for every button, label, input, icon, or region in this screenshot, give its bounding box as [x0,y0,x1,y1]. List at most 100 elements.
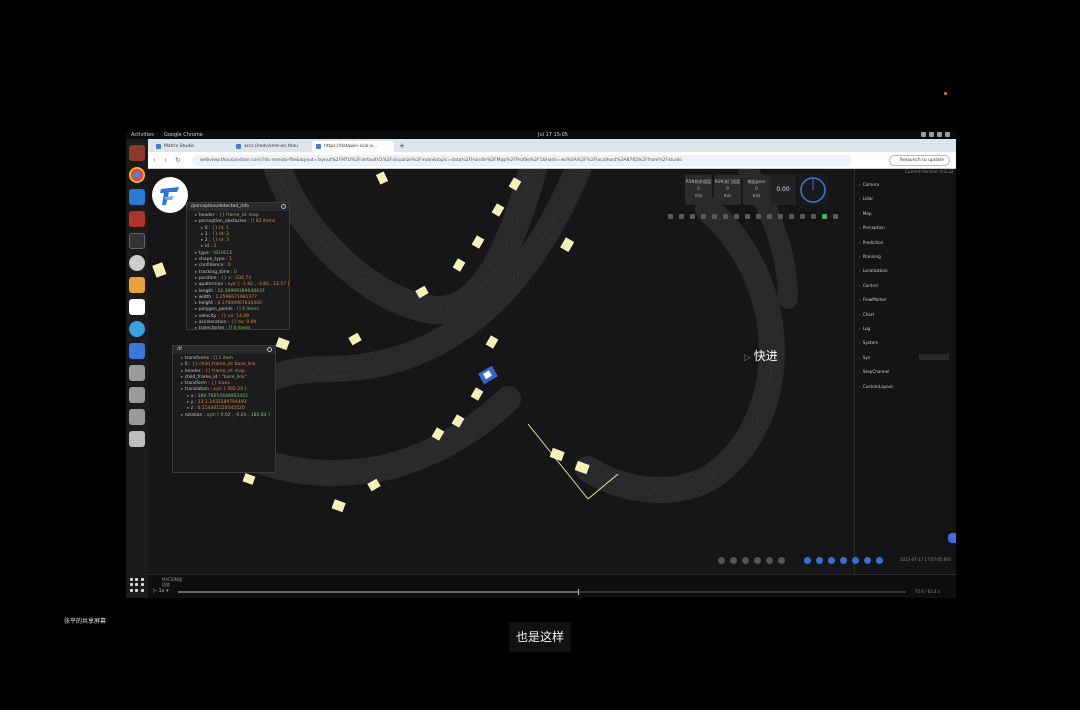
record-icon[interactable] [804,557,811,564]
tool-icon-5[interactable] [712,214,717,219]
perception-tree[interactable]: ▸ header : {} frame_id: map ▸ perception_… [187,211,289,329]
app-gray-icon-3[interactable] [129,409,145,425]
home-icon[interactable] [754,557,761,564]
tool-icon-14[interactable] [811,214,816,219]
app-red-icon[interactable] [129,211,145,227]
layer-item-planning[interactable]: › Planning [859,253,881,260]
swap-icon[interactable] [778,557,785,564]
tree-value: {} id: 2 [211,231,230,237]
layer-item-customlayout[interactable]: › CustomLayout [859,383,893,390]
vscode-icon[interactable] [129,189,145,205]
layer-item-label: StepChannel [862,369,890,375]
layer-item-perception[interactable]: › Perception [859,224,885,231]
camera-icon[interactable] [816,557,823,564]
app-gray-icon-2[interactable] [129,387,145,403]
add-icon[interactable] [730,557,737,564]
layer-item-localization[interactable]: › Localization [859,267,888,274]
tool-icon-6[interactable] [723,214,728,219]
system-clock[interactable]: Jul 17 15:05 [538,131,568,139]
close-panel-icon[interactable] [281,204,286,209]
tree-key: type [198,250,209,256]
network-icon[interactable] [921,132,926,137]
side-toggle-button[interactable] [948,533,956,543]
timeline-handle[interactable] [578,589,580,595]
studio-3d-viewport[interactable]: /perception/detected_info ▸ header : {} … [148,169,956,598]
layers-icon[interactable] [852,557,859,564]
tool-icon-9[interactable] [756,214,761,219]
layer-item-lidar[interactable]: › Lidar [859,195,873,202]
trash-icon[interactable] [129,431,145,447]
nav-buttons[interactable]: ‹ › ↻ [153,156,184,164]
tf-tree[interactable]: ▸ transforms : [] 1 item ▸ 0 : {} child_f… [173,354,275,421]
tool-icon-2[interactable] [679,214,684,219]
perception-info-panel[interactable]: /perception/detected_info ▸ header : {} … [186,202,290,330]
app-gray-icon-1[interactable] [129,365,145,381]
power-icon[interactable] [945,132,950,137]
layer-item-map[interactable]: › Map [859,210,872,217]
tree-value: xyz: [ 392.23 ] [213,387,247,393]
skip-forward-icon[interactable] [876,557,883,564]
app-menu[interactable]: Google Chrome [164,131,203,139]
chrome-icon[interactable] [129,167,145,183]
layer-item-control[interactable]: › Control [859,282,878,289]
skip-back-icon[interactable] [864,557,871,564]
tool-icon-1[interactable] [668,214,673,219]
layer-item-sys[interactable]: › Sys [859,354,870,361]
tool-icon-15[interactable] [833,214,838,219]
layer-item-flowmarker[interactable]: › FlowMarker [859,296,887,303]
settings-icon[interactable] [129,255,145,271]
sublime-icon[interactable] [129,277,145,293]
tool-icon-11[interactable] [778,214,783,219]
tree-key: height [198,301,214,307]
layer-item-system[interactable]: › System [859,339,878,346]
tf-info-panel[interactable]: /tf ▸ transforms : [] 1 item ▸ 0 : {} chi… [172,345,276,473]
layer-item-label: CustomLayout [862,383,893,389]
play-speed-control[interactable]: ▷ 1x ▾ [153,588,169,594]
system-tray[interactable] [921,132,950,137]
tool-icon-13[interactable] [800,214,805,219]
tool-icon-8[interactable] [745,214,750,219]
volume-icon[interactable] [929,132,934,137]
relaunch-button[interactable]: Relaunch to update [889,155,950,166]
tab-label: Matrix Studio [164,144,194,149]
close-panel-icon[interactable] [267,347,272,352]
layer-item-log[interactable]: › Log [859,325,870,332]
layer-item-chart[interactable]: › Chart [859,311,874,318]
chevron-right-icon: › [859,311,861,317]
tab-ws[interactable]: arcs://redvisme-ws.thou [232,141,310,152]
show-apps-grid-icon[interactable] [130,578,144,592]
telegram-icon[interactable] [129,321,145,337]
tool-icon-3[interactable] [690,214,695,219]
edit-icon[interactable] [766,557,773,564]
activities-button[interactable]: Activities [131,131,154,139]
url-field[interactable]: webview.thousandsim.com/?ds-remote-file&… [192,155,852,166]
tree-row[interactable]: ▸ rotation : xyz: [ 0.02 , -0.01 , 180.8… [177,413,271,419]
studio-app-icon[interactable] [129,299,145,315]
files-app-icon[interactable] [129,145,145,161]
layer-item-label: FlowMarker [862,297,887,303]
layer-item-stepchannel[interactable]: › StepChannel [859,368,889,375]
play-icon[interactable] [718,557,725,564]
tool-icon-12[interactable] [789,214,794,219]
layout-icon[interactable] [742,557,749,564]
tree-value: 0 [227,263,231,269]
sys-select-field[interactable] [919,354,949,360]
terminal-icon[interactable] [129,233,145,249]
studio-logo [152,177,188,213]
layer-item-camera[interactable]: › Camera [859,181,879,188]
tool-icon-4[interactable] [701,214,706,219]
battery-icon[interactable] [937,132,942,137]
tool-icon-7[interactable] [734,214,739,219]
text-editor-icon[interactable] [129,343,145,359]
tab-active[interactable]: https://datawin-scie.a... [312,141,394,152]
speed-label: 1x [158,588,165,594]
status-unit: m/s [752,193,761,198]
layer-item-prediction[interactable]: › Prediction [859,239,884,246]
tool-icon-10[interactable] [767,214,772,219]
tab-studio[interactable]: Matrix Studio [152,141,230,152]
timeline-slider[interactable] [178,589,906,595]
grid-icon[interactable] [840,557,847,564]
globe-icon[interactable] [828,557,835,564]
new-tab-button[interactable]: + [396,141,408,152]
tree-row[interactable]: ▸ trajectories : [] 0 items [191,326,285,329]
